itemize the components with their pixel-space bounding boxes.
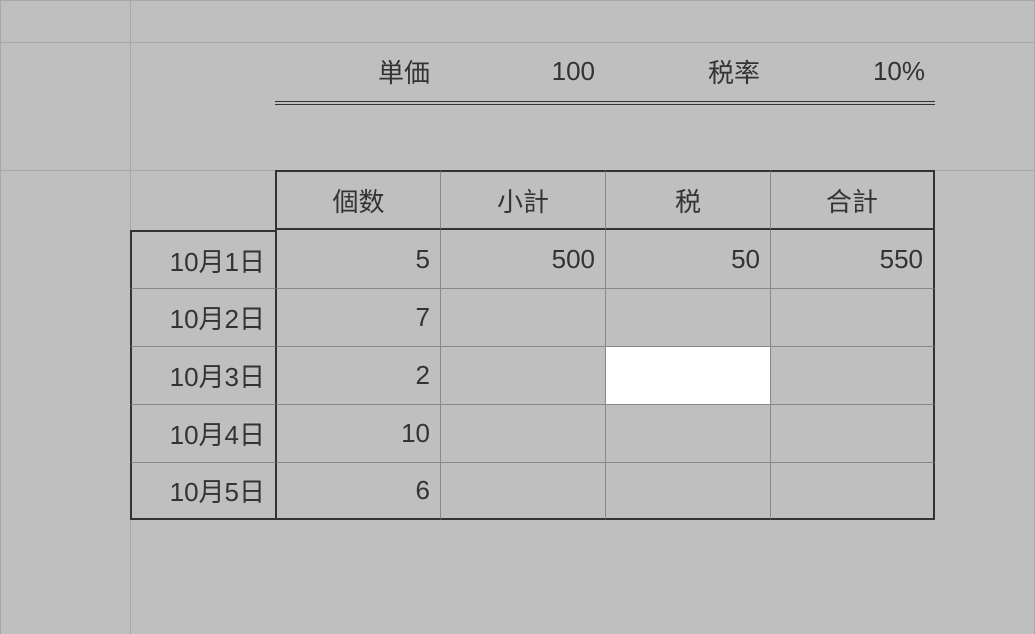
tax-rate-label: 税率 (708, 53, 760, 90)
column-header-subtotal-text: 小計 (497, 182, 549, 219)
column-header-tax[interactable]: 税 (605, 170, 770, 230)
row-tax-cell[interactable]: 50 (605, 230, 770, 288)
row-subtotal-cell[interactable]: 500 (440, 230, 605, 288)
row-quantity: 5 (416, 244, 430, 275)
row-date-cell[interactable]: 10月4日 (130, 404, 275, 462)
row-quantity: 7 (416, 302, 430, 333)
row-total-cell[interactable]: 550 (770, 230, 935, 288)
row-quantity-cell[interactable]: 5 (275, 230, 440, 288)
row-date: 10月3日 (170, 357, 265, 394)
row-subtotal-cell[interactable] (440, 288, 605, 346)
row-total-cell[interactable] (770, 288, 935, 346)
row-total-cell[interactable] (770, 404, 935, 462)
unit-price-value-cell[interactable]: 100 (440, 42, 605, 102)
unit-price-label: 単価 (378, 53, 430, 90)
row-quantity-cell[interactable]: 10 (275, 404, 440, 462)
row-total-cell[interactable] (770, 346, 935, 404)
row-subtotal-cell[interactable] (440, 346, 605, 404)
row-tax-cell-selected[interactable] (605, 346, 770, 404)
row-total: 550 (880, 244, 923, 275)
row-quantity-cell[interactable]: 6 (275, 462, 440, 520)
row-quantity-cell[interactable]: 7 (275, 288, 440, 346)
row-tax: 50 (731, 244, 760, 275)
column-header-quantity-text: 個数 (332, 182, 384, 219)
row-date: 10月5日 (170, 472, 265, 509)
column-header-total-text: 合計 (826, 182, 878, 219)
row-date-cell[interactable]: 10月1日 (130, 230, 275, 288)
row-date-cell[interactable]: 10月2日 (130, 288, 275, 346)
row-total-cell[interactable] (770, 462, 935, 520)
column-header-subtotal[interactable]: 小計 (440, 170, 605, 230)
row-date: 10月4日 (170, 415, 265, 452)
tax-rate-label-cell[interactable]: 税率 (605, 42, 770, 102)
row-quantity: 10 (401, 418, 430, 449)
row-date-cell[interactable]: 10月5日 (130, 462, 275, 520)
tax-rate-value: 10% (873, 56, 925, 87)
row-subtotal-cell[interactable] (440, 462, 605, 520)
row-tax-cell[interactable] (605, 462, 770, 520)
unit-price-value: 100 (552, 56, 595, 87)
row-date-cell[interactable]: 10月3日 (130, 346, 275, 404)
row-subtotal-cell[interactable] (440, 404, 605, 462)
row-subtotal: 500 (552, 244, 595, 275)
column-header-total[interactable]: 合計 (770, 170, 935, 230)
tax-rate-value-cell[interactable]: 10% (770, 42, 935, 102)
unit-price-label-cell[interactable]: 単価 (275, 42, 440, 102)
row-quantity-cell[interactable]: 2 (275, 346, 440, 404)
spreadsheet-grid[interactable]: 単価 100 税率 10% 個数 小計 税 合計 10月1日 5 500 50 … (0, 0, 1035, 634)
row-date: 10月1日 (170, 242, 265, 279)
row-tax-cell[interactable] (605, 288, 770, 346)
row-date: 10月2日 (170, 299, 265, 336)
row-quantity: 6 (416, 475, 430, 506)
column-header-quantity[interactable]: 個数 (275, 170, 440, 230)
row-tax-cell[interactable] (605, 404, 770, 462)
column-header-tax-text: 税 (675, 182, 701, 219)
row-quantity: 2 (416, 360, 430, 391)
